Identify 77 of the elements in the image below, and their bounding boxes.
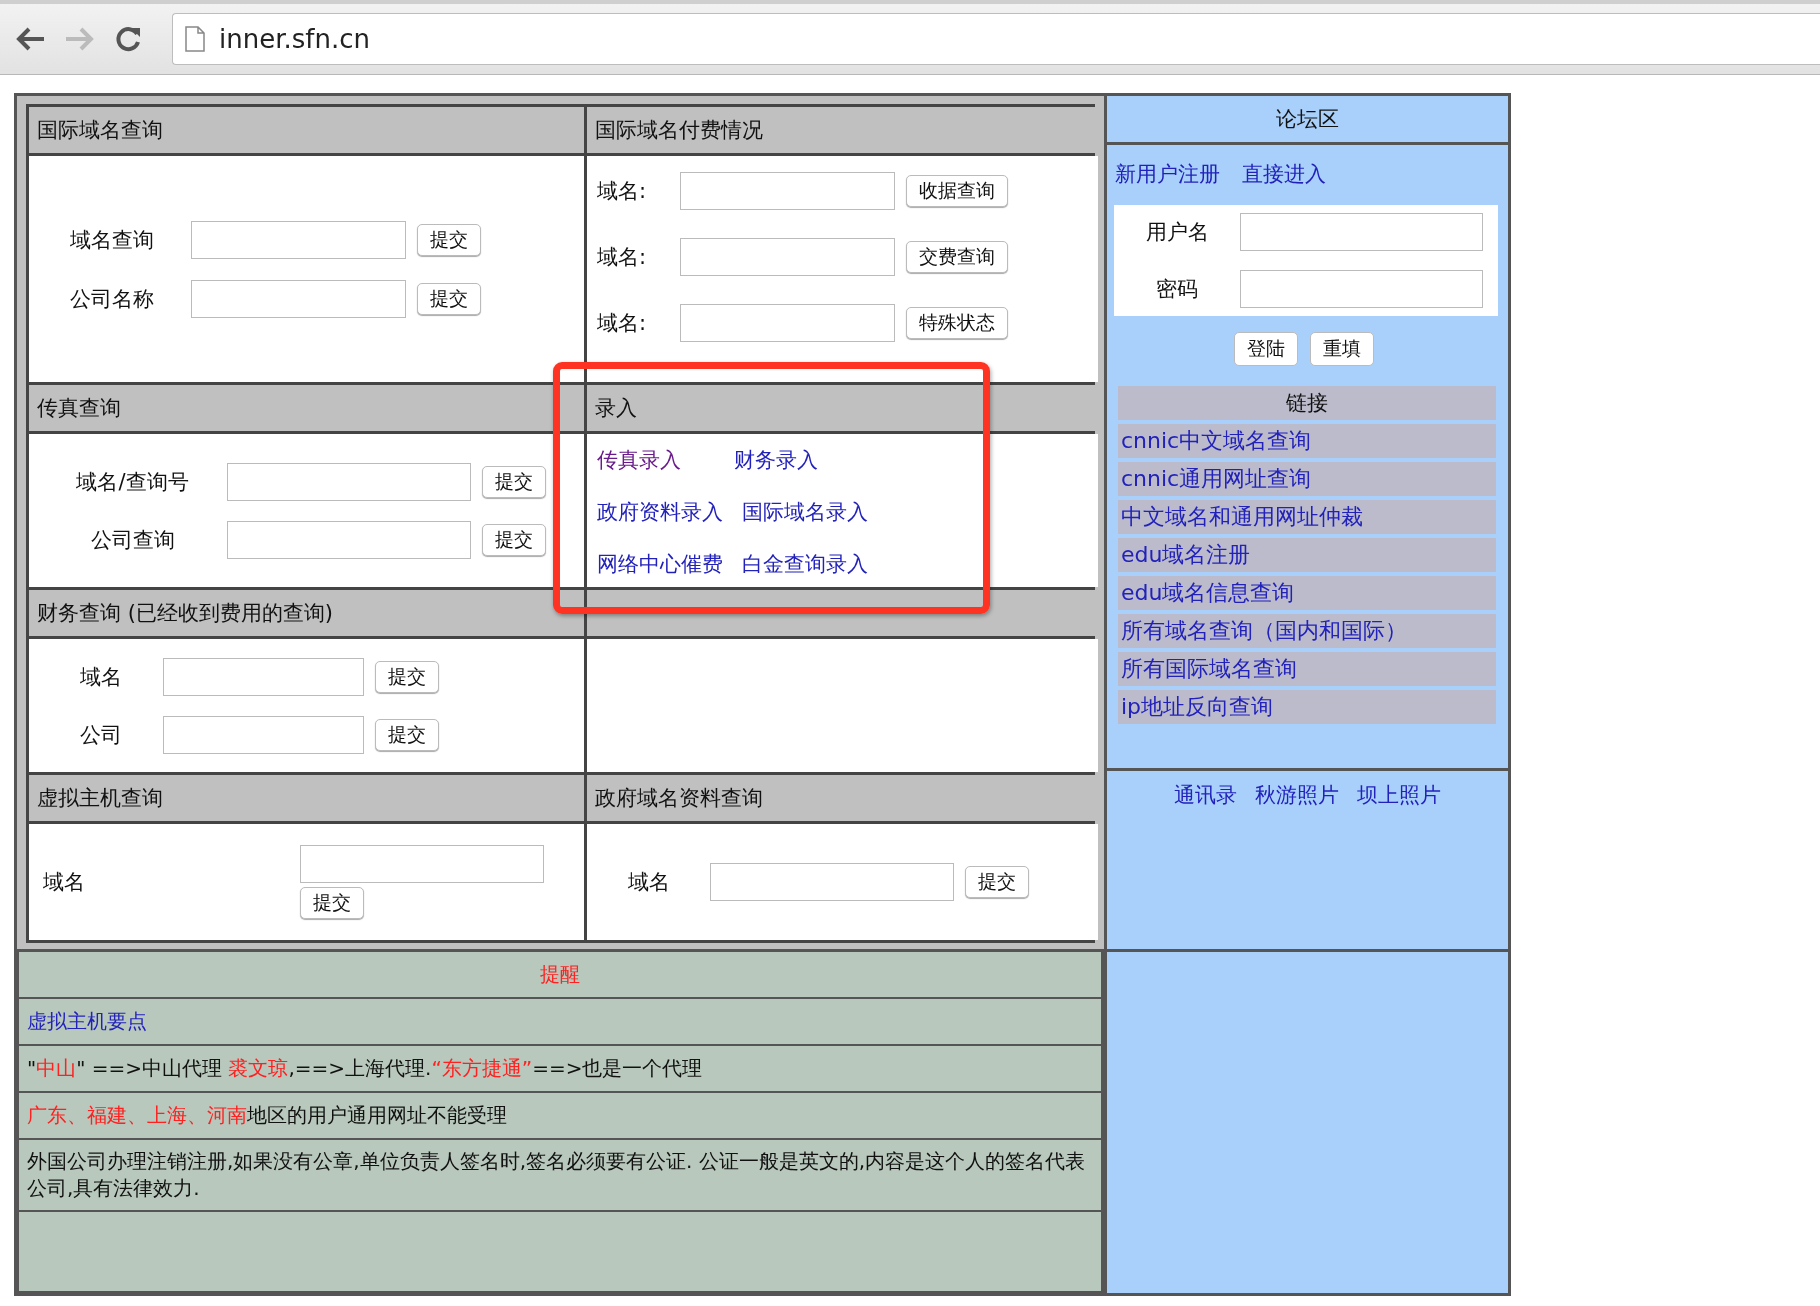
field-label: 域名查询: [68, 226, 155, 254]
forum-link[interactable]: 直接进入: [1242, 160, 1326, 188]
notice-text: 外国公司办理注销注册,如果没有公章,单位负责人签名时,签名必须要有公证. 公证一般是英文的,内容是这个人的签名代表公司,具有法律效力.: [27, 1148, 1087, 1202]
input-field[interactable]: [1240, 213, 1483, 251]
back-icon[interactable]: [14, 25, 46, 53]
section-title: 虚拟主机查询: [37, 785, 163, 812]
link-item[interactable]: edu域名信息查询: [1118, 576, 1496, 610]
section-title: 国际域名付费情况: [595, 117, 763, 144]
submit-button[interactable]: 提交: [375, 660, 439, 693]
reload-icon[interactable]: [114, 25, 142, 53]
link-item[interactable]: 中文域名和通用网址仲裁: [1118, 500, 1496, 534]
notice-title: 提醒: [540, 961, 580, 988]
submit-button[interactable]: 收据查询: [906, 175, 1008, 207]
input-field[interactable]: [680, 238, 895, 276]
input-field[interactable]: [227, 462, 471, 501]
form-button[interactable]: 重填: [1309, 332, 1374, 366]
input-field[interactable]: [163, 657, 364, 696]
panel-title: 论坛区: [1276, 106, 1339, 133]
field-label: 域名:: [597, 244, 648, 271]
submit-button[interactable]: 提交: [417, 223, 481, 256]
input-field[interactable]: [191, 279, 406, 318]
entry-link[interactable]: 财务录入: [734, 446, 818, 474]
field-label: 公司: [78, 721, 123, 749]
field-label: 域名:: [597, 178, 648, 205]
link-item[interactable]: cnnic通用网址查询: [1118, 462, 1496, 496]
section-title: 国际域名查询: [37, 117, 163, 144]
input-field[interactable]: [710, 863, 954, 901]
notice-text: 广东、福建、上海、河南地区的用户通用网址不能受理: [27, 1102, 507, 1129]
field-label: 域名: [627, 869, 671, 896]
submit-button[interactable]: 提交: [417, 282, 481, 315]
link-item[interactable]: 所有域名查询（国内和国际）: [1118, 614, 1496, 648]
submit-button[interactable]: 提交: [375, 718, 439, 751]
input-field[interactable]: [191, 220, 406, 259]
entry-link[interactable]: 网络中心催费: [597, 550, 723, 578]
submit-button[interactable]: 特殊状态: [906, 307, 1008, 339]
submit-button[interactable]: 提交: [482, 523, 546, 556]
input-field[interactable]: [680, 172, 895, 210]
field-label: 域名/查询号: [75, 468, 190, 496]
field-label: 域名:: [597, 310, 648, 337]
link-item[interactable]: ip地址反向查询: [1118, 690, 1496, 724]
address-text[interactable]: inner.sfn.cn: [219, 24, 370, 54]
entry-link[interactable]: 政府资料录入: [597, 498, 723, 526]
input-field[interactable]: [1240, 270, 1483, 308]
entry-link[interactable]: 白金查询录入: [742, 550, 868, 578]
input-field[interactable]: [300, 845, 544, 883]
field-label: 公司名称: [68, 285, 155, 313]
submit-button[interactable]: 交费查询: [906, 241, 1008, 273]
field-label: 用户名: [1144, 219, 1210, 246]
notice-text: "中山" ==>中山代理 裘文琼,==>上海代理.“东方捷通”==>也是一个代理: [27, 1055, 703, 1082]
submit-button[interactable]: 提交: [300, 887, 364, 919]
link-item[interactable]: cnnic中文域名查询: [1118, 424, 1496, 458]
footer-link[interactable]: 秋游照片: [1255, 781, 1339, 949]
input-field[interactable]: [227, 520, 471, 559]
input-field[interactable]: [163, 715, 364, 754]
entry-link[interactable]: 传真录入: [597, 446, 681, 474]
forward-icon[interactable]: [64, 25, 96, 53]
footer-link[interactable]: 坝上照片: [1357, 781, 1441, 949]
field-label: 密码: [1155, 276, 1199, 303]
links-heading: 链接: [1118, 386, 1496, 420]
notice-link[interactable]: 虚拟主机要点: [27, 1008, 147, 1035]
page-icon: [185, 26, 205, 52]
section-title: 财务查询 (已经收到费用的查询): [37, 600, 334, 627]
field-label: 域名: [78, 663, 123, 691]
link-item[interactable]: 所有国际域名查询: [1118, 652, 1496, 686]
submit-button[interactable]: 提交: [965, 866, 1029, 898]
input-field[interactable]: [680, 304, 895, 342]
field-label: 域名: [43, 869, 86, 896]
field-label: 公司查询: [89, 526, 176, 554]
entry-link[interactable]: 国际域名录入: [742, 498, 868, 526]
forum-link[interactable]: 新用户注册: [1115, 160, 1220, 188]
submit-button[interactable]: 提交: [482, 465, 546, 498]
link-item[interactable]: edu域名注册: [1118, 538, 1496, 572]
section-title: 录入: [595, 395, 637, 422]
footer-link[interactable]: 通讯录: [1174, 781, 1237, 949]
section-title: 传真查询: [37, 395, 121, 422]
form-button[interactable]: 登陆: [1233, 332, 1298, 366]
section-title: 政府域名资料查询: [595, 785, 763, 812]
